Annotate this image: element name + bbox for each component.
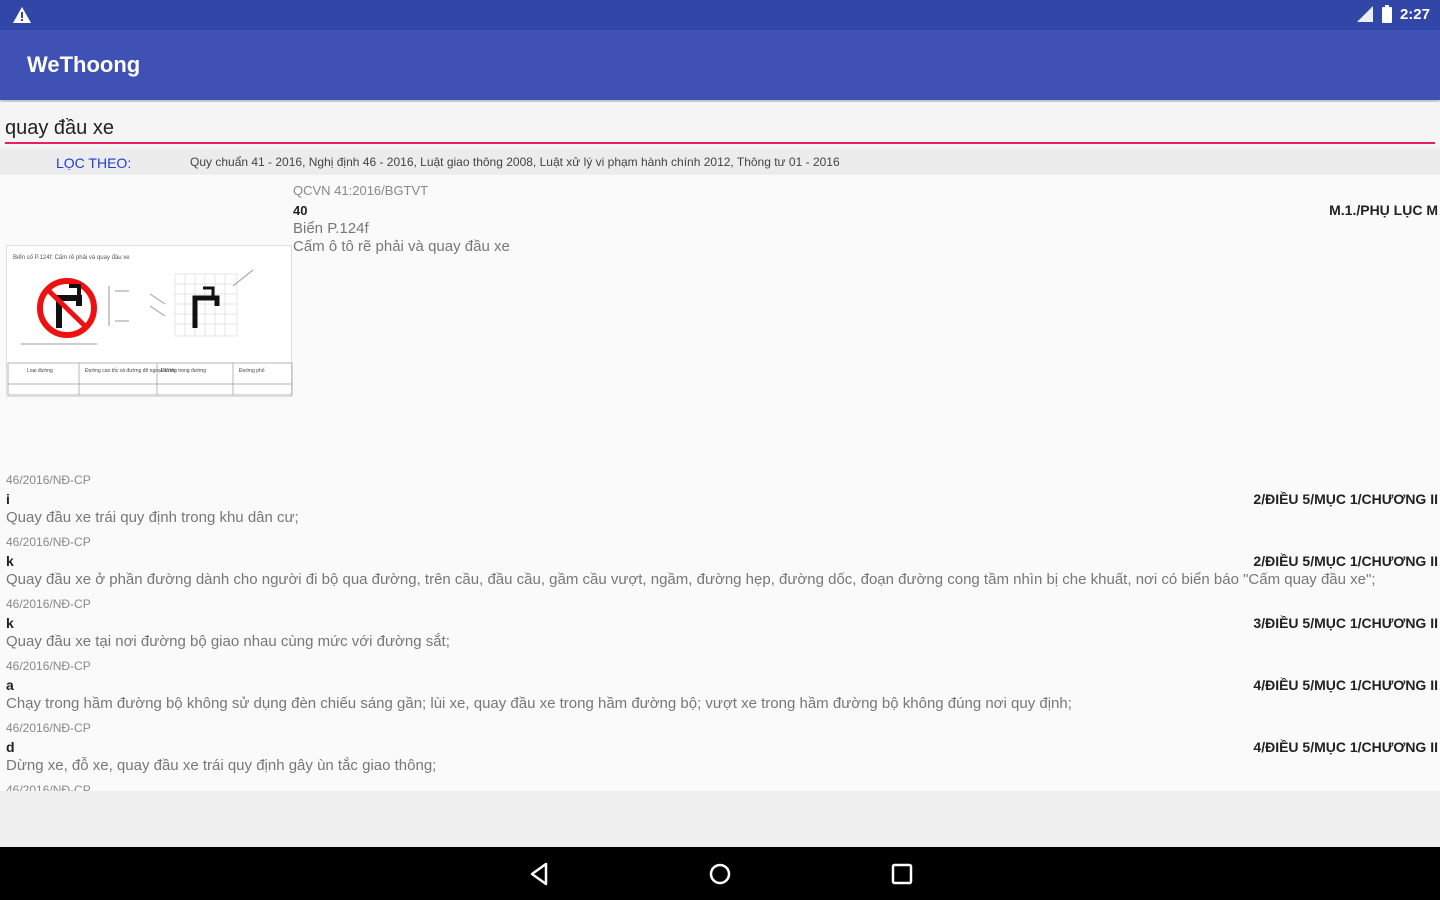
result-text: Dừng xe, đỗ xe, quay đầu xe trái quy địn… bbox=[6, 757, 437, 774]
filter-row[interactable]: LỌC THEO: Quy chuẩn 41 - 2016, Nghị định… bbox=[0, 150, 1440, 174]
result-reference: 3/ĐIỀU 5/MỤC 1/CHƯƠNG II bbox=[1253, 615, 1438, 631]
result-description: Cấm ô tô rẽ phải và quay đầu xe bbox=[293, 238, 510, 255]
result-letter: k bbox=[6, 615, 14, 631]
search-bar bbox=[0, 102, 1440, 148]
result-reference: 2/ĐIỀU 5/MỤC 1/CHƯƠNG II bbox=[1253, 553, 1438, 569]
result-code: 46/2016/NĐ-CP bbox=[6, 473, 91, 487]
result-reference: 4/ĐIỀU 5/MỤC 1/CHƯƠNG II bbox=[1253, 739, 1438, 755]
status-right: 2:27 bbox=[1356, 5, 1430, 23]
table-header-4: Đường phố bbox=[239, 368, 265, 374]
result-text: Quay đầu xe ở phần đường dành cho người … bbox=[6, 571, 1376, 588]
sign-diagram: Biển số P.124f: Cấm rẽ phải và quay đầu … bbox=[7, 254, 293, 396]
result-letter: d bbox=[6, 739, 15, 755]
sign-image-caption: Biển số P.124f: Cấm rẽ phải và quay đầu … bbox=[13, 254, 130, 261]
result-text: Quay đầu xe trái quy định trong khu dân … bbox=[6, 509, 299, 526]
home-icon[interactable] bbox=[705, 859, 735, 889]
back-icon[interactable] bbox=[524, 859, 554, 889]
filter-label: LỌC THEO: bbox=[56, 155, 132, 171]
result-reference: 4/ĐIỀU 5/MỤC 1/CHƯƠNG II bbox=[1253, 677, 1438, 693]
result-letter: i bbox=[6, 491, 10, 507]
result-code: QCVN 41:2016/BGTVT bbox=[293, 183, 429, 198]
result-code: 46/2016/NĐ-CP bbox=[6, 783, 91, 791]
result-reference: 2/ĐIỀU 5/MỤC 1/CHƯƠNG II bbox=[1253, 491, 1438, 507]
result-reference: M.1./PHỤ LỤC M bbox=[1329, 202, 1438, 218]
sign-image: Biển số P.124f: Cấm rẽ phải và quay đầu … bbox=[6, 245, 293, 397]
signal-icon bbox=[1356, 6, 1373, 22]
list-item[interactable]: 46/2016/NĐ-CP d 4/ĐIỀU 5/MỤC 1/CHƯƠNG II… bbox=[0, 721, 1440, 783]
list-item[interactable]: 46/2016/NĐ-CP a 4/ĐIỀU 5/MỤC 1/CHƯƠNG II… bbox=[0, 659, 1440, 721]
result-code: 46/2016/NĐ-CP bbox=[6, 721, 91, 735]
search-input[interactable] bbox=[5, 114, 1435, 144]
result-text: Quay đầu xe tại nơi đường bộ giao nhau c… bbox=[6, 633, 450, 650]
result-code: 46/2016/NĐ-CP bbox=[6, 597, 91, 611]
warning-icon bbox=[13, 7, 31, 23]
list-item[interactable]: 46/2016/NĐ-CP k 3/ĐIỀU 5/MỤC 1/CHƯƠNG II… bbox=[0, 597, 1440, 659]
result-code: 46/2016/NĐ-CP bbox=[6, 659, 91, 673]
status-time: 2:27 bbox=[1399, 5, 1430, 23]
status-bar: 2:27 bbox=[0, 0, 1440, 30]
results-list[interactable]: Biển số P.124f: Cấm rẽ phải và quay đầu … bbox=[0, 175, 1440, 791]
result-sign-name: Biển P.124f bbox=[293, 220, 369, 237]
app-title: WeThoong bbox=[27, 52, 141, 77]
result-letter: k bbox=[6, 553, 14, 569]
battery-icon bbox=[1381, 5, 1392, 23]
navigation-bar bbox=[0, 847, 1440, 900]
table-header-3: Đường trong đường bbox=[161, 368, 206, 374]
sign-result-card[interactable]: Biển số P.124f: Cấm rẽ phải và quay đầu … bbox=[0, 175, 1440, 465]
list-item[interactable]: 46/2016/NĐ-CP k 2/ĐIỀU 5/MỤC 1/CHƯƠNG II… bbox=[0, 535, 1440, 597]
result-letter: a bbox=[6, 677, 14, 693]
result-number: 40 bbox=[293, 203, 308, 218]
result-text: Chạy trong hầm đường bộ không sử dụng đè… bbox=[6, 695, 1072, 712]
filter-value: Quy chuẩn 41 - 2016, Nghị định 46 - 2016… bbox=[190, 155, 840, 169]
table-header-1: Loại đường bbox=[27, 368, 53, 374]
list-item[interactable]: 46/2016/NĐ-CP bbox=[0, 783, 1440, 791]
list-item[interactable]: 46/2016/NĐ-CP i 2/ĐIỀU 5/MỤC 1/CHƯƠNG II… bbox=[0, 473, 1440, 535]
app-bar: WeThoong bbox=[0, 30, 1440, 100]
result-code: 46/2016/NĐ-CP bbox=[6, 535, 91, 549]
recents-icon[interactable] bbox=[887, 859, 917, 889]
